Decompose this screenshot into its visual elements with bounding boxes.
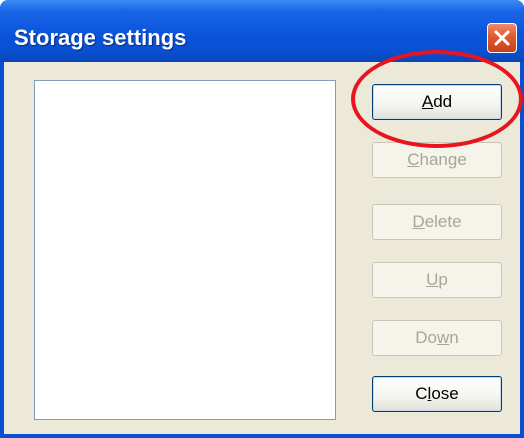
window-close-button[interactable] (487, 23, 517, 53)
dialog-body: Add Change Delete Up Down Close (4, 62, 520, 434)
delete-button-label: Delete (412, 212, 462, 231)
down-button[interactable]: Down (372, 320, 502, 356)
close-button-label: Close (415, 384, 459, 403)
close-button[interactable]: Close (372, 376, 502, 412)
add-button[interactable]: Add (372, 84, 502, 120)
storage-settings-window: Storage settings Add Change Delete Up Do… (0, 0, 524, 438)
down-button-label: Down (415, 328, 459, 347)
change-button[interactable]: Change (372, 142, 502, 178)
storage-list[interactable] (34, 80, 336, 420)
window-title: Storage settings (14, 25, 187, 50)
up-button[interactable]: Up (372, 262, 502, 298)
delete-button[interactable]: Delete (372, 204, 502, 240)
change-button-label: Change (407, 150, 467, 169)
title-bar[interactable]: Storage settings (0, 0, 524, 62)
add-button-label: Add (421, 92, 453, 111)
close-icon (494, 30, 510, 46)
up-button-label: Up (426, 270, 448, 289)
